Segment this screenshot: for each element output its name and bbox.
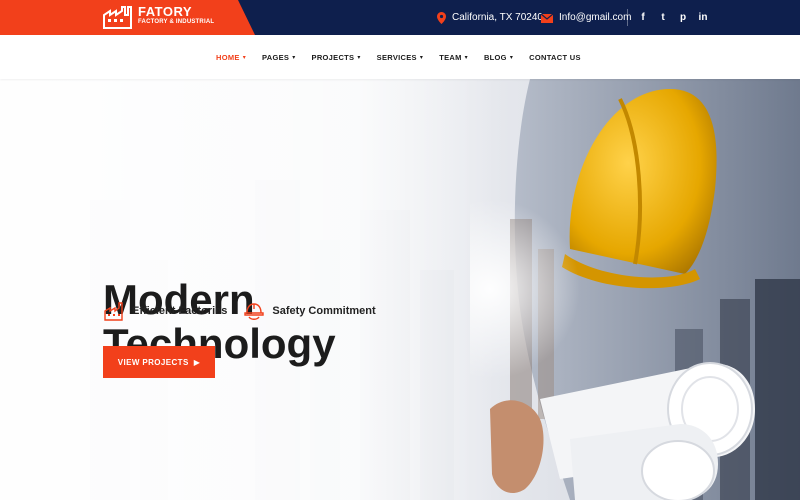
map-pin-icon bbox=[437, 11, 446, 24]
top-bar: FATORY FACTORY & INDUSTRIAL California, … bbox=[0, 0, 800, 35]
brand-tagline: FACTORY & INDUSTRIAL bbox=[138, 19, 215, 25]
chevron-down-icon: ▾ bbox=[357, 54, 361, 61]
location-text: California, TX 70240 bbox=[452, 12, 543, 23]
twitter-icon[interactable]: t bbox=[658, 12, 668, 23]
hero-features: Efficient Factories Safety Commitment bbox=[103, 300, 392, 322]
facebook-icon[interactable]: f bbox=[638, 12, 648, 23]
nav-label-contact[interactable]: CONTACT US bbox=[529, 53, 581, 62]
brand-name[interactable]: FATORY bbox=[138, 5, 192, 18]
chevron-down-icon: ▾ bbox=[292, 54, 296, 61]
topbar-divider bbox=[627, 9, 628, 26]
nav-item-team[interactable]: TEAM ▾ bbox=[439, 53, 468, 62]
location-info: California, TX 70240 bbox=[437, 0, 543, 35]
nav-label-blog[interactable]: BLOG bbox=[484, 53, 507, 62]
hard-hat-icon bbox=[244, 303, 265, 320]
feature-safety-commitment: Safety Commitment bbox=[243, 300, 376, 322]
nav-label-team[interactable]: TEAM bbox=[439, 53, 461, 62]
chevron-down-icon: ▾ bbox=[509, 54, 514, 61]
nav-item-blog[interactable]: BLOG ▾ bbox=[484, 53, 513, 62]
email-text[interactable]: Info@gmail.com bbox=[559, 12, 631, 23]
chevron-down-icon: ▾ bbox=[464, 54, 468, 61]
feature-label: Efficient Factories bbox=[132, 305, 228, 317]
view-projects-button[interactable]: VIEW PROJECTS ▶ bbox=[103, 346, 215, 378]
logo-factory-icon[interactable] bbox=[102, 3, 134, 29]
nav-label-projects[interactable]: PROJECTS bbox=[312, 53, 355, 62]
mail-icon bbox=[541, 13, 553, 23]
nav-item-services[interactable]: SERVICES ▾ bbox=[377, 53, 424, 62]
nav-item-pages[interactable]: PAGES ▾ bbox=[262, 53, 296, 62]
nav-label-home[interactable]: HOME bbox=[216, 53, 240, 62]
social-links: f t p in bbox=[638, 0, 708, 35]
chevron-down-icon: ▾ bbox=[419, 54, 424, 61]
feature-efficient-factories: Efficient Factories bbox=[103, 300, 227, 322]
factory-icon bbox=[104, 302, 123, 321]
nav-label-services[interactable]: SERVICES bbox=[377, 53, 417, 62]
linkedin-icon[interactable]: in bbox=[698, 12, 708, 23]
chevron-down-icon: ▾ bbox=[242, 54, 247, 61]
nav-item-projects[interactable]: PROJECTS ▾ bbox=[312, 53, 361, 62]
view-projects-label[interactable]: VIEW PROJECTS bbox=[118, 358, 189, 367]
nav-label-pages[interactable]: PAGES bbox=[262, 53, 289, 62]
nav-item-home[interactable]: HOME ▾ bbox=[216, 53, 246, 62]
play-arrow-icon: ▶ bbox=[193, 357, 201, 367]
worker-image bbox=[470, 79, 800, 500]
hero-section: Modern Technology bbox=[0, 79, 800, 500]
email-info[interactable]: Info@gmail.com bbox=[541, 0, 631, 35]
nav-item-contact[interactable]: CONTACT US bbox=[529, 53, 581, 62]
pinterest-icon[interactable]: p bbox=[678, 12, 688, 23]
feature-label: Safety Commitment bbox=[272, 305, 376, 317]
main-nav: HOME ▾ PAGES ▾ PROJECTS ▾ SERVICES ▾ TEAM ▾ B… bbox=[0, 35, 800, 79]
